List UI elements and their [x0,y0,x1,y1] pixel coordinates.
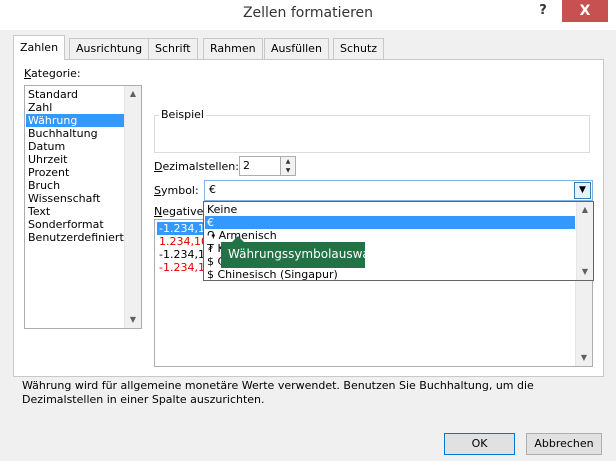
symbol-option[interactable]: ֏ Armenisch [205,229,575,242]
negative-item[interactable]: 1.234,10 [157,235,208,248]
scroll-down-icon[interactable]: ▼ [125,312,141,328]
category-item-uhrzeit[interactable]: Uhrzeit [26,153,126,166]
negative-label: Negative [154,205,204,218]
symbol-option[interactable]: € [205,216,575,229]
category-item-bruch[interactable]: Bruch [26,179,126,192]
decimals-stepper[interactable]: ▲ ▼ [281,156,296,176]
symbol-dropdown-list[interactable]: Keine € ֏ Armenisch ₮ K $ C $ Chinesisch… [203,201,594,281]
category-item-benutzerdefiniert[interactable]: Benutzerdefiniert [26,231,126,244]
symbol-combobox[interactable]: € ▼ [204,180,593,201]
spin-down-icon[interactable]: ▼ [281,166,295,175]
symbol-option[interactable]: $ Chinesisch (Singapur) [205,268,575,280]
help-button[interactable]: ? [532,3,554,23]
dialog-body: Zahlen Ausrichtung Schrift Rahmen Ausfül… [0,30,616,461]
tab-schrift[interactable]: Schrift [148,38,198,59]
scroll-down-icon[interactable]: ▼ [576,350,592,366]
scroll-up-icon[interactable]: ▲ [577,202,593,218]
tab-zahlen[interactable]: Zahlen [13,35,66,60]
scroll-down-icon[interactable]: ▼ [577,264,593,280]
title-bar: Zellen formatieren ? X [0,0,616,30]
decimals-label: Dezimalstellen: [154,160,239,173]
category-item-buchhaltung[interactable]: Buchhaltung [26,127,126,140]
dropdown-scrollbar[interactable]: ▲ ▼ [576,202,593,280]
category-list[interactable]: Standard Zahl Währung Buchhaltung Datum … [24,85,142,329]
spin-up-icon[interactable]: ▲ [281,157,295,166]
scroll-up-icon[interactable]: ▲ [125,86,141,102]
category-item-standard[interactable]: Standard [26,88,126,101]
category-item-text[interactable]: Text [26,205,126,218]
tab-schutz[interactable]: Schutz [333,38,385,59]
tab-ausfuellen[interactable]: Ausfüllen [264,38,329,59]
category-item-prozent[interactable]: Prozent [26,166,126,179]
close-icon: X [579,3,591,19]
sample-group: Beispiel [154,108,590,153]
tab-rahmen[interactable]: Rahmen [203,38,263,59]
symbol-option[interactable]: Keine [205,203,575,216]
category-item-waehrung[interactable]: Währung [26,114,126,127]
category-description: Währung wird für allgemeine monetäre Wer… [22,379,534,406]
symbol-value: € [209,183,216,196]
tab-ausrichtung[interactable]: Ausrichtung [69,38,150,59]
dialog-title: Zellen formatieren [242,5,374,21]
ok-button[interactable]: OK [444,433,515,455]
category-item-zahl[interactable]: Zahl [26,101,126,114]
close-button[interactable]: X [562,0,608,22]
category-scrollbar[interactable]: ▲ ▼ [124,86,141,328]
category-label: Kategorie: [24,67,81,80]
category-item-sonderformat[interactable]: Sonderformat [26,218,126,231]
cancel-button[interactable]: Abbrechen [526,433,602,455]
category-item-wissenschaft[interactable]: Wissenschaft [26,192,126,205]
decimals-input[interactable]: 2 [239,156,281,176]
chevron-down-icon[interactable]: ▼ [574,182,591,199]
symbol-tooltip: Währungssymbolauswahl [221,242,381,268]
sample-legend: Beispiel [159,108,206,121]
symbol-label: Symbol: [154,184,199,197]
category-item-datum[interactable]: Datum [26,140,126,153]
